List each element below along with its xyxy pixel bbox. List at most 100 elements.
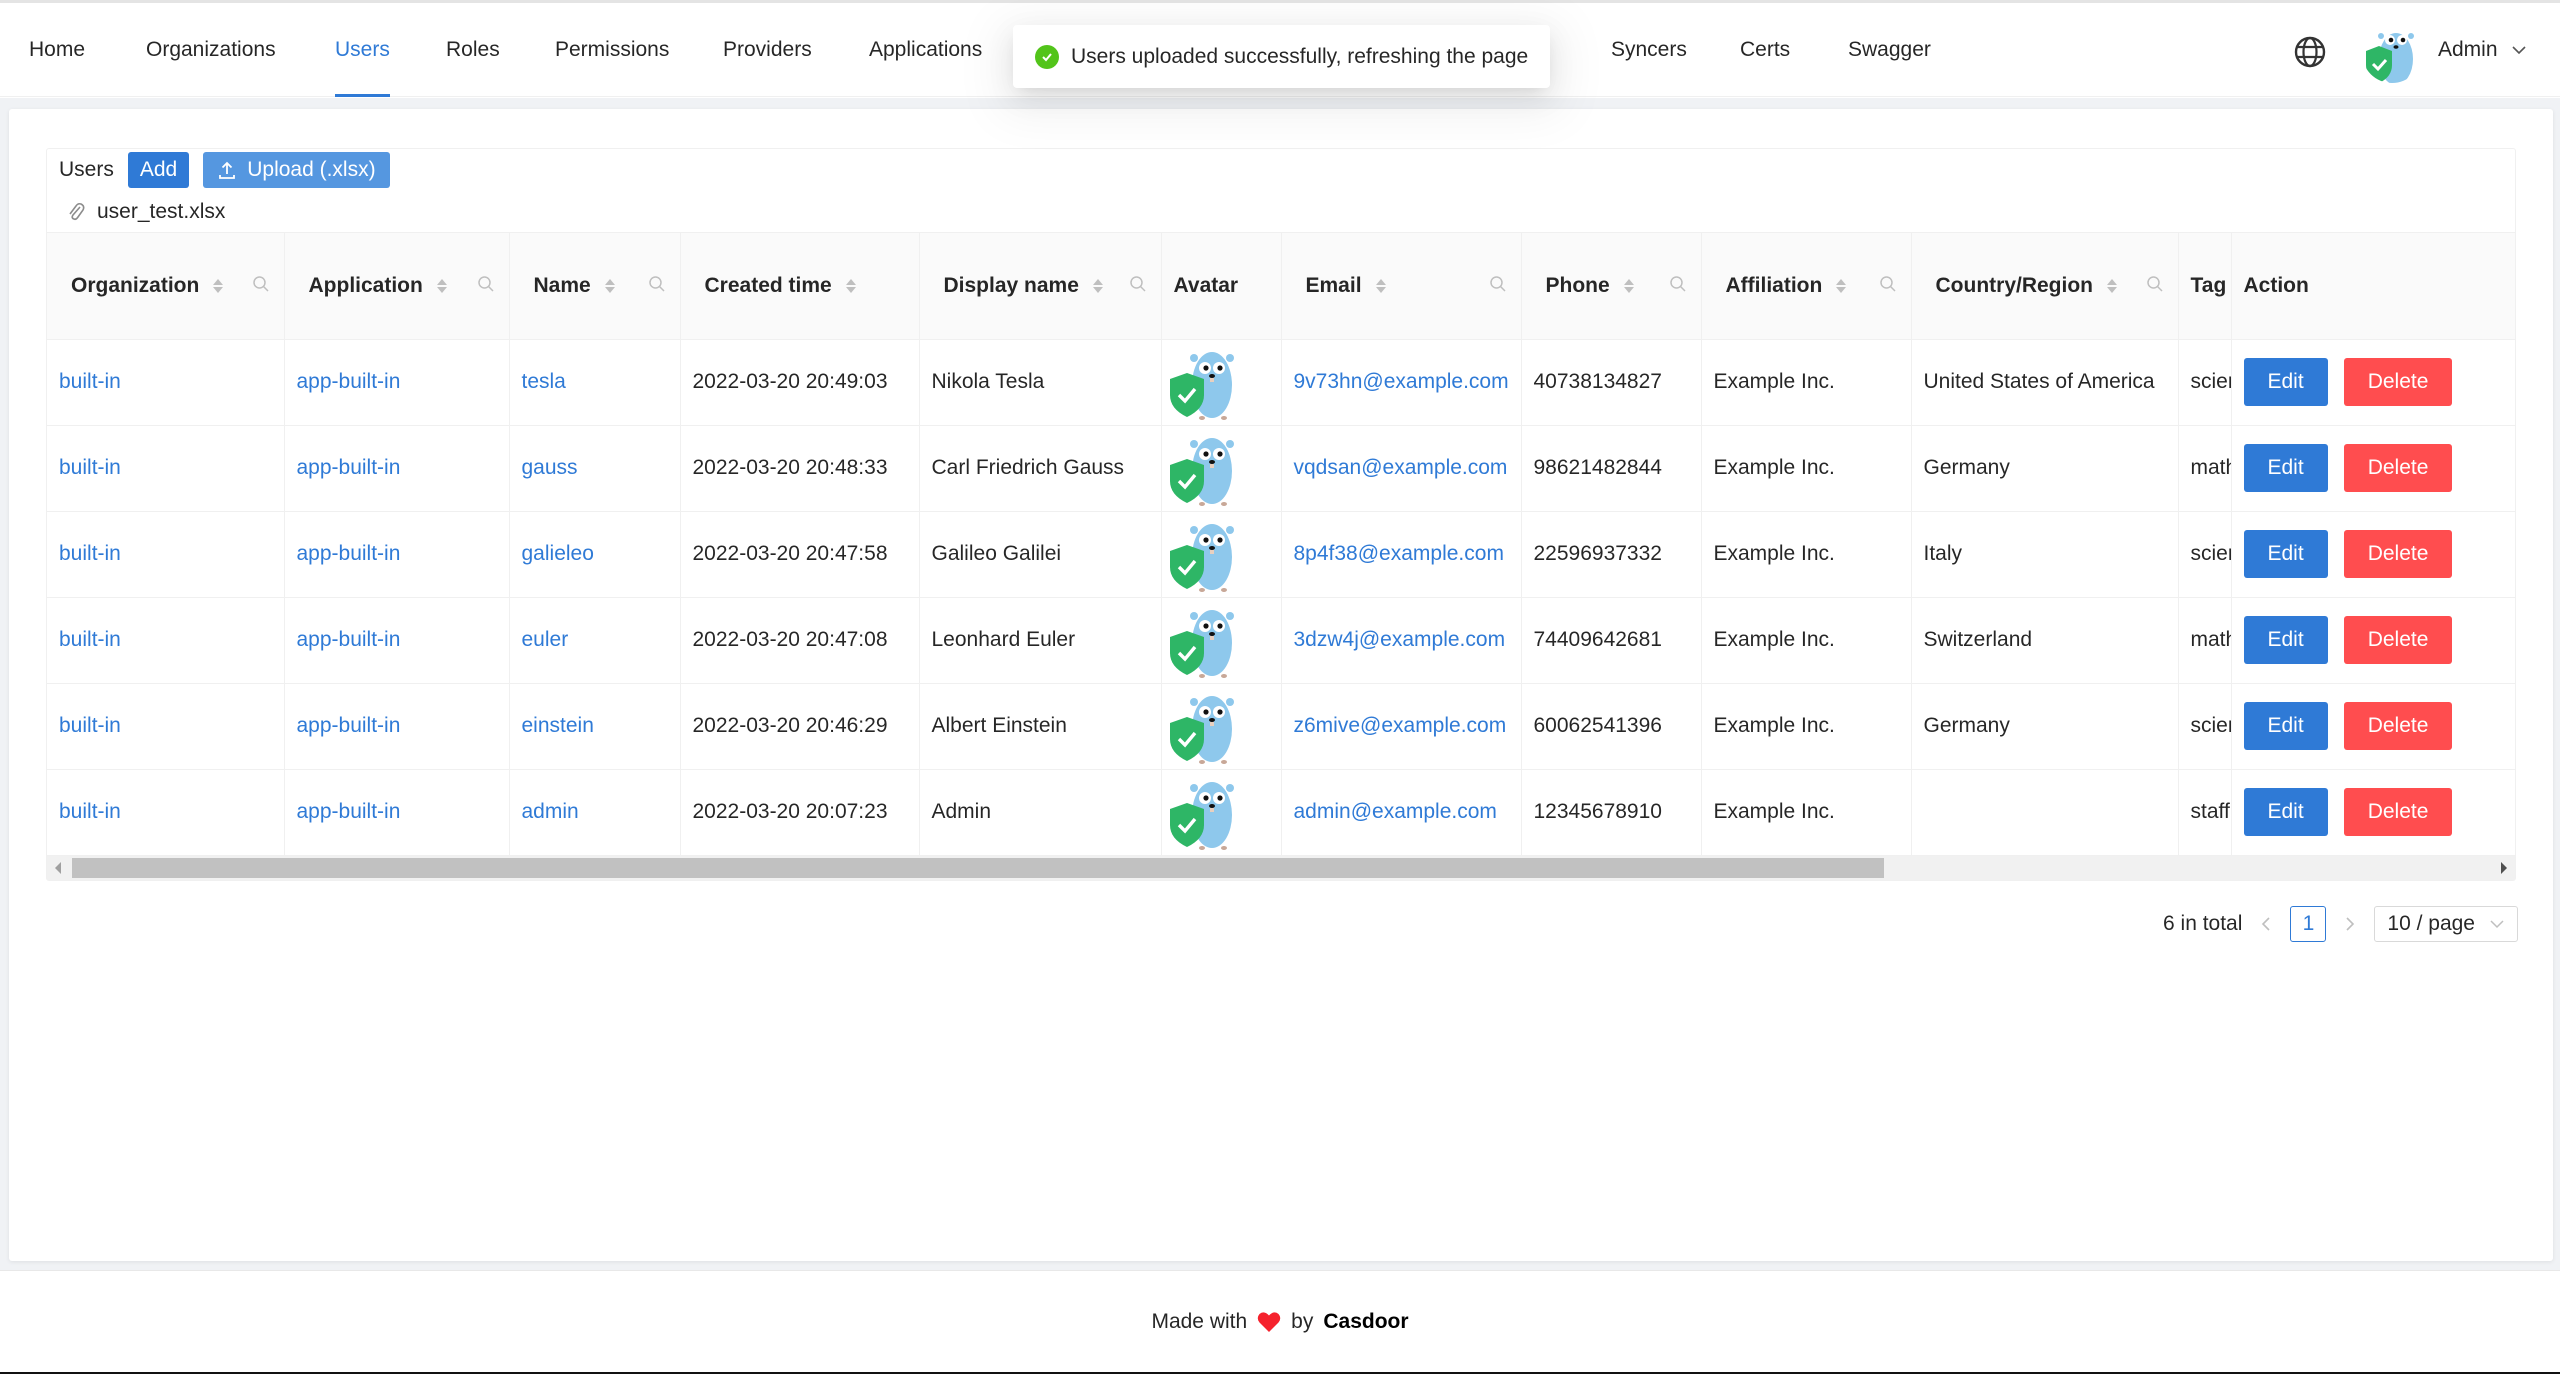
edit-button[interactable]: Edit [2243,788,2328,836]
next-page-icon[interactable] [2340,914,2360,934]
upload-xlsx-button[interactable]: Upload (.xlsx) [203,152,390,188]
sort-icon[interactable] [2107,278,2117,293]
prev-page-icon[interactable] [2256,914,2276,934]
email-link[interactable]: z6mive@example.com [1294,714,1507,737]
nav-item-home[interactable]: Home [29,3,85,97]
email-link[interactable]: vqdsan@example.com [1294,456,1508,479]
delete-button[interactable]: Delete [2343,530,2453,578]
org-link[interactable]: built-in [59,370,121,393]
org-link[interactable]: built-in [59,542,121,565]
cell-country-region [1911,769,2179,856]
scrollbar-thumb[interactable] [72,857,1884,878]
page-size-select[interactable]: 10 / page [2374,906,2518,942]
nav-item-roles[interactable]: Roles [446,3,500,97]
user-avatar[interactable] [2362,23,2422,83]
org-link[interactable]: built-in [59,714,121,737]
search-icon[interactable] [1489,275,1507,293]
globe-icon[interactable] [2293,35,2327,69]
column-header-display-name[interactable]: Display name [919,233,1162,340]
org-link[interactable]: built-in [59,800,121,823]
application-link[interactable]: app-built-in [297,370,401,393]
sort-icon[interactable] [436,278,447,293]
org-link[interactable]: built-in [59,456,121,479]
nav-item-organizations[interactable]: Organizations [146,3,276,97]
column-header-affiliation[interactable]: Affiliation [1701,233,1912,340]
email-link[interactable]: 8p4f38@example.com [1294,542,1504,565]
user-name-link[interactable]: admin [522,800,579,823]
nav-item-applications[interactable]: Applications [869,3,982,97]
column-header-name[interactable]: Name [509,233,681,340]
application-link[interactable]: app-built-in [297,542,401,565]
horizontal-scrollbar[interactable] [47,855,2515,880]
phone: 60062541396 [1533,714,1662,737]
sort-icon[interactable] [1836,278,1847,293]
sort-icon[interactable] [1092,278,1103,293]
chevron-down-icon[interactable] [2510,41,2528,59]
nav-item-syncers[interactable]: Syncers [1611,3,1687,97]
delete-button[interactable]: Delete [2343,444,2453,492]
add-user-button[interactable]: Add [127,152,190,188]
sort-icon[interactable] [213,278,224,293]
user-name-link[interactable]: galieleo [522,542,594,565]
search-icon[interactable] [1879,275,1897,293]
nav-item-certs[interactable]: Certs [1740,3,1790,97]
edit-button[interactable]: Edit [2243,444,2328,492]
cell-action: Edit Delete [2231,597,2515,684]
user-name-link[interactable]: gauss [522,456,578,479]
scroll-right-icon[interactable] [2501,861,2507,874]
nav-item-permissions[interactable]: Permissions [555,3,669,97]
column-header-country-region[interactable]: Country/Region [1911,233,2179,340]
application-link[interactable]: app-built-in [297,714,401,737]
page-size-value: 10 / page [2387,912,2475,935]
sort-icon[interactable] [1375,278,1386,293]
display-name: Leonhard Euler [931,628,1076,651]
column-header-organization[interactable]: Organization [47,233,285,340]
edit-button[interactable]: Edit [2243,702,2328,750]
edit-button[interactable]: Edit [2243,616,2328,664]
delete-button[interactable]: Delete [2343,358,2453,406]
org-link[interactable]: built-in [59,628,121,651]
table-row: built-in app-built-in einstein 2022-03-20 2… [47,683,2515,770]
user-name[interactable]: Admin [2438,3,2498,97]
uploaded-file-item[interactable]: user_test.xlsx [47,191,2515,233]
cell-created-time: 2022-03-20 20:47:58 [680,511,920,598]
email-link[interactable]: 9v73hn@example.com [1294,370,1509,393]
page-number-button[interactable]: 1 [2290,906,2327,942]
sort-icon[interactable] [845,278,856,293]
nav-item-swagger[interactable]: Swagger [1848,3,1931,97]
sort-icon[interactable] [604,278,615,293]
scroll-left-icon[interactable] [55,861,61,874]
sort-icon[interactable] [1623,278,1634,293]
nav-item-users[interactable]: Users [335,3,390,97]
column-header-application[interactable]: Application [284,233,510,340]
user-name-link[interactable]: tesla [522,370,566,393]
column-header-created-time[interactable]: Created time [680,233,920,340]
nav-item-providers[interactable]: Providers [723,3,812,97]
column-label: Action [2243,273,2309,297]
users-table: Organization Application Name Created ti… [47,233,2515,856]
delete-button[interactable]: Delete [2343,616,2453,664]
application-link[interactable]: app-built-in [297,456,401,479]
user-name-link[interactable]: einstein [522,714,594,737]
search-icon[interactable] [1669,275,1687,293]
delete-button[interactable]: Delete [2343,788,2453,836]
search-icon[interactable] [1129,275,1147,293]
cell-action: Edit Delete [2231,339,2515,426]
uploaded-file-name[interactable]: user_test.xlsx [97,200,225,224]
footer-brand-link[interactable]: Casdoor [1323,1310,1408,1334]
edit-button[interactable]: Edit [2243,358,2328,406]
search-icon[interactable] [477,275,495,293]
column-header-phone[interactable]: Phone [1521,233,1702,340]
search-icon[interactable] [252,275,270,293]
search-icon[interactable] [648,275,666,293]
column-header-email[interactable]: Email [1281,233,1522,340]
application-link[interactable]: app-built-in [297,800,401,823]
row-actions: Edit Delete [2243,788,2504,836]
email-link[interactable]: admin@example.com [1294,800,1497,823]
email-link[interactable]: 3dzw4j@example.com [1294,628,1506,651]
application-link[interactable]: app-built-in [297,628,401,651]
user-name-link[interactable]: euler [522,628,569,651]
search-icon[interactable] [2146,275,2164,293]
delete-button[interactable]: Delete [2343,702,2453,750]
edit-button[interactable]: Edit [2243,530,2328,578]
